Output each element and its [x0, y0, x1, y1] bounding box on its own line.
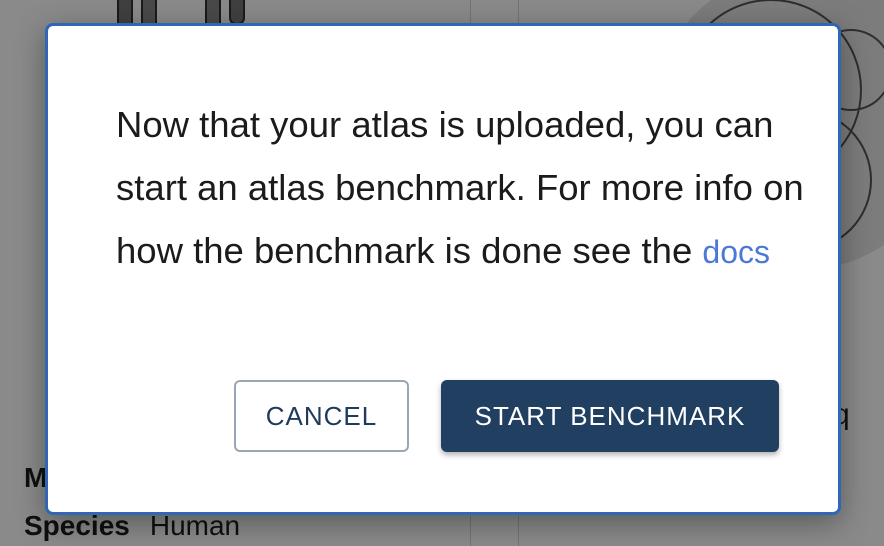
- docs-link[interactable]: docs: [702, 234, 770, 270]
- cancel-button[interactable]: CANCEL: [234, 380, 409, 452]
- start-benchmark-button[interactable]: START BENCHMARK: [441, 380, 779, 452]
- dialog-message-text: Now that your atlas is uploaded, you can…: [116, 104, 804, 271]
- benchmark-dialog: Now that your atlas is uploaded, you can…: [45, 23, 841, 515]
- dialog-message: Now that your atlas is uploaded, you can…: [116, 93, 806, 284]
